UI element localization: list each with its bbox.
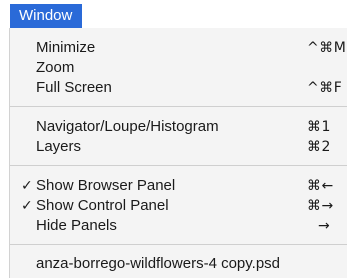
menu-item-label: Zoom — [36, 59, 75, 76]
menu-item-shortcut: ⌘← — [307, 178, 334, 194]
menu-item-open-document[interactable]: anza-borrego-wildflowers-4 copy.psd — [10, 254, 347, 274]
menu-item-show-browser-panel[interactable]: ✓ Show Browser Panel ⌘← — [10, 176, 347, 196]
menu-item-label: Minimize — [36, 39, 96, 56]
checkmark-icon: ✓ — [21, 198, 33, 214]
menu-item-label: Full Screen — [36, 79, 112, 96]
menu-item-hide-panels[interactable]: Hide Panels → — [10, 216, 347, 236]
menu-item-navigator-loupe-histogram[interactable]: Navigator/Loupe/Histogram ⌘1 — [10, 117, 347, 137]
menu-separator — [10, 106, 347, 107]
menu-item-layers[interactable]: Layers ⌘2 — [10, 137, 347, 157]
checkmark-icon: ✓ — [21, 178, 33, 194]
menu-item-label: Hide Panels — [36, 217, 117, 234]
menu-item-show-control-panel[interactable]: ✓ Show Control Panel ⌘→ — [10, 196, 347, 216]
menu-item-label: Show Browser Panel — [36, 177, 176, 194]
menu-item-zoom[interactable]: Zoom — [10, 58, 347, 78]
window-menu-dropdown: Minimize ^⌘M Zoom Full Screen ^⌘F Naviga… — [9, 28, 347, 278]
menu-item-shortcut: → — [318, 218, 331, 234]
menu-item-shortcut: ^⌘F — [307, 80, 343, 96]
menu-item-shortcut: ⌘1 — [307, 119, 331, 135]
menu-item-minimize[interactable]: Minimize ^⌘M — [10, 38, 347, 58]
menu-item-shortcut: ⌘→ — [307, 198, 334, 214]
menu-item-shortcut: ⌘2 — [307, 139, 331, 155]
menu-item-label: Navigator/Loupe/Histogram — [36, 118, 219, 135]
window-menu-title[interactable]: Window — [10, 4, 83, 28]
menu-item-label: Layers — [36, 138, 82, 155]
menu-item-label: anza-borrego-wildflowers-4 copy.psd — [36, 255, 280, 272]
menu-item-shortcut: ^⌘M — [307, 40, 347, 56]
menu-separator — [10, 165, 347, 166]
menu-item-full-screen[interactable]: Full Screen ^⌘F — [10, 78, 347, 98]
menu-separator — [10, 244, 347, 245]
menu-item-label: Show Control Panel — [36, 197, 169, 214]
menu-bar: Window — [0, 0, 347, 28]
